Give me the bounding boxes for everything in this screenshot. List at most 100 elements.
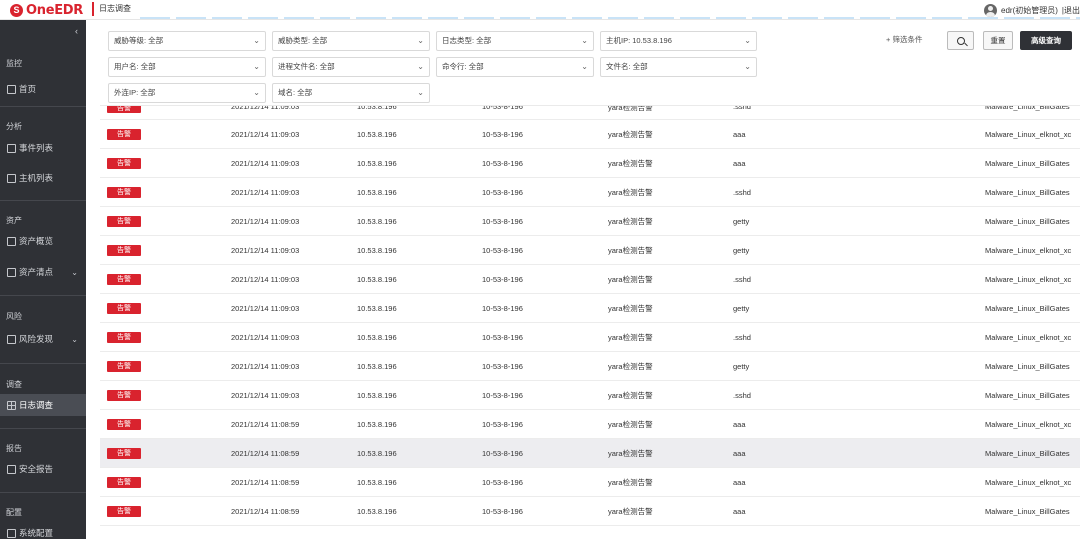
sidebar-item-label: 系统配置	[19, 528, 54, 538]
search-button[interactable]	[947, 31, 974, 50]
table-row[interactable]: 告警 2021/12/14 11:09:03 10.53.8.196 10-53-8-…	[100, 178, 1080, 207]
ip-cell: 10.53.8.196	[357, 332, 397, 342]
ip-cell: 10.53.8.196	[357, 477, 397, 487]
sidebar-item-risk-discovery[interactable]: 风险发现 ⌄	[0, 328, 86, 350]
host-cell: 10-53-8-196	[482, 158, 523, 168]
table-row[interactable]: 告警 2021/12/14 11:09:03 10.53.8.196 10-53-8-…	[100, 236, 1080, 265]
table-row[interactable]: 告警 2021/12/14 11:09:03 10.53.8.196 10-53-8-…	[100, 149, 1080, 178]
time-cell: 2021/12/14 11:09:03	[231, 332, 300, 342]
type-cell: yara检测告警	[608, 448, 653, 458]
sidebar-item-asset-inventory[interactable]: 资产清点 ⌄	[0, 261, 86, 283]
type-cell: yara检测告警	[608, 361, 653, 371]
ip-cell: 10.53.8.196	[357, 274, 397, 284]
time-cell: 2021/12/14 11:09:03	[231, 274, 300, 284]
chevron-down-icon: ⌄	[253, 36, 260, 45]
time-cell: 2021/12/14 11:08:59	[231, 477, 300, 487]
user-area: edr(初始管理员) |退出	[984, 0, 1080, 20]
sidebar-item-label: 首页	[19, 84, 37, 94]
time-cell: 2021/12/14 11:09:03	[231, 390, 300, 400]
time-cell: 2021/12/14 11:08:59	[231, 448, 300, 458]
host-cell: 10-53-8-196	[482, 361, 523, 371]
filter-log-type[interactable]: 日志类型: 全部 ⌄	[436, 31, 594, 51]
filter-threat-type[interactable]: 威胁类型: 全部 ⌄	[272, 31, 430, 51]
sidebar-divider	[0, 106, 86, 107]
event-list-icon	[7, 143, 16, 153]
host-list-icon	[7, 173, 16, 183]
table-row[interactable]: 告警 2021/12/14 11:09:03 10.53.8.196 10-53-8-…	[100, 294, 1080, 323]
ip-cell: 10.53.8.196	[357, 506, 397, 516]
filter-panel: 威胁等级: 全部 ⌄ 威胁类型: 全部 ⌄ 日志类型: 全部 ⌄ 主机IP: 10.5…	[100, 22, 1080, 106]
top-bar: S OneEDR 日志调查 edr(初始管理员) |退出	[0, 0, 1080, 20]
table-row[interactable]: 告警 2021/12/14 11:09:03 10.53.8.196 10-53-8-…	[100, 120, 1080, 149]
status-badge: 告警	[107, 186, 141, 198]
sidebar-item-security-report[interactable]: 安全报告	[0, 458, 86, 480]
add-filter-button[interactable]: + 筛选条件	[886, 34, 922, 45]
chevron-down-icon: ⌄	[417, 88, 424, 97]
detail-cell: Malware_Linux_BillGates	[985, 506, 1070, 516]
level-cell: 告警	[107, 236, 141, 264]
type-cell: yara检测告警	[608, 506, 653, 516]
filter-value: 外连IP: 全部	[114, 88, 156, 97]
level-cell: 告警	[107, 120, 141, 148]
filter-command-line[interactable]: 命令行: 全部 ⌄	[436, 57, 594, 77]
process-cell: .sshd	[733, 390, 751, 400]
host-cell: 10-53-8-196	[482, 245, 523, 255]
table-row[interactable]: 告警 2021/12/14 11:09:03 10.53.8.196 10-53-8-…	[100, 265, 1080, 294]
ip-cell: 10.53.8.196	[357, 448, 397, 458]
status-badge: 告警	[107, 302, 141, 314]
status-badge: 告警	[107, 360, 141, 372]
collapse-sidebar-icon[interactable]: ‹	[75, 26, 78, 36]
process-cell: aaa	[733, 158, 746, 168]
sidebar-section-label: 资产	[6, 216, 22, 225]
logout-link[interactable]: |退出	[1062, 5, 1080, 16]
filter-remote-ip[interactable]: 外连IP: 全部 ⌄	[108, 83, 266, 103]
filter-process-file[interactable]: 进程文件名: 全部 ⌄	[272, 57, 430, 77]
detail-cell: Malware_Linux_elknot_xc	[985, 245, 1072, 255]
advanced-query-button[interactable]: 高级查询	[1020, 31, 1072, 50]
sidebar-section-label: 报告	[6, 444, 22, 453]
table-row[interactable]: 告警 2021/12/14 11:09:03 10.53.8.196 10-53-8-…	[100, 323, 1080, 352]
level-cell: 告警	[107, 497, 141, 525]
detail-cell: Malware_Linux_elknot_xc	[985, 477, 1072, 487]
ip-cell: 10.53.8.196	[357, 187, 397, 197]
reset-button[interactable]: 重置	[983, 31, 1013, 50]
table-row[interactable]: 告警 2021/12/14 11:08:59 10.53.8.196 10-53-8-…	[100, 468, 1080, 497]
sidebar-item-log-investigation[interactable]: 日志调查	[0, 394, 86, 416]
time-cell: 2021/12/14 11:08:59	[231, 506, 300, 516]
time-cell: 2021/12/14 11:09:03	[231, 187, 300, 197]
table-row[interactable]: 告警 2021/12/14 11:09:03 10.53.8.196 10-53-8-…	[100, 352, 1080, 381]
filter-username[interactable]: 用户名: 全部 ⌄	[108, 57, 266, 77]
filter-value: 主机IP: 10.53.8.196	[606, 36, 672, 45]
avatar[interactable]	[984, 3, 998, 17]
type-cell: yara检测告警	[608, 216, 653, 226]
process-cell: aaa	[733, 477, 746, 487]
filter-threat-level[interactable]: 威胁等级: 全部 ⌄	[108, 31, 266, 51]
table-row[interactable]: 告警 2021/12/14 11:08:59 10.53.8.196 10-53-8-…	[100, 410, 1080, 439]
table-row[interactable]: 告警 2021/12/14 11:09:03 10.53.8.196 10-53-8-…	[100, 381, 1080, 410]
user-name[interactable]: edr(初始管理员)	[1001, 5, 1058, 16]
type-cell: yara检测告警	[608, 129, 653, 139]
filter-domain[interactable]: 域名: 全部 ⌄	[272, 83, 430, 103]
type-cell: yara检测告警	[608, 390, 653, 400]
filter-host-ip[interactable]: 主机IP: 10.53.8.196 ⌄	[600, 31, 757, 51]
sidebar-section-label: 监控	[6, 59, 22, 68]
status-badge: 告警	[107, 331, 141, 343]
chevron-down-icon: ⌄	[417, 62, 424, 71]
table-row[interactable]: 告警 2021/12/14 11:09:03 10.53.8.196 10-53-8-…	[100, 207, 1080, 236]
filter-file-name[interactable]: 文件名: 全部 ⌄	[600, 57, 757, 77]
sidebar-item-system-config[interactable]: 系统配置	[0, 522, 86, 544]
sidebar-item-dashboard[interactable]: 首页	[0, 78, 86, 100]
status-badge: 告警	[107, 215, 141, 227]
type-cell: yara检测告警	[608, 245, 653, 255]
detail-cell: Malware_Linux_BillGates	[985, 187, 1070, 197]
sidebar-item-asset-overview[interactable]: 资产概览	[0, 230, 86, 252]
sidebar-item-event-list[interactable]: 事件列表	[0, 137, 86, 159]
sidebar-item-label: 事件列表	[19, 143, 54, 153]
table-row[interactable]: 告警 2021/12/14 11:09:03 10.53.8.196 10-53-8-…	[100, 106, 1080, 120]
type-cell: yara检测告警	[608, 332, 653, 342]
table-row[interactable]: 告警 2021/12/14 11:08:59 10.53.8.196 10-53-8-…	[100, 439, 1080, 468]
ip-cell: 10.53.8.196	[357, 303, 397, 313]
sidebar-item-host-list[interactable]: 主机列表	[0, 167, 86, 189]
table-row[interactable]: 告警 2021/12/14 11:08:59 10.53.8.196 10-53-8-…	[100, 497, 1080, 526]
app-logo[interactable]: S OneEDR	[10, 2, 83, 18]
